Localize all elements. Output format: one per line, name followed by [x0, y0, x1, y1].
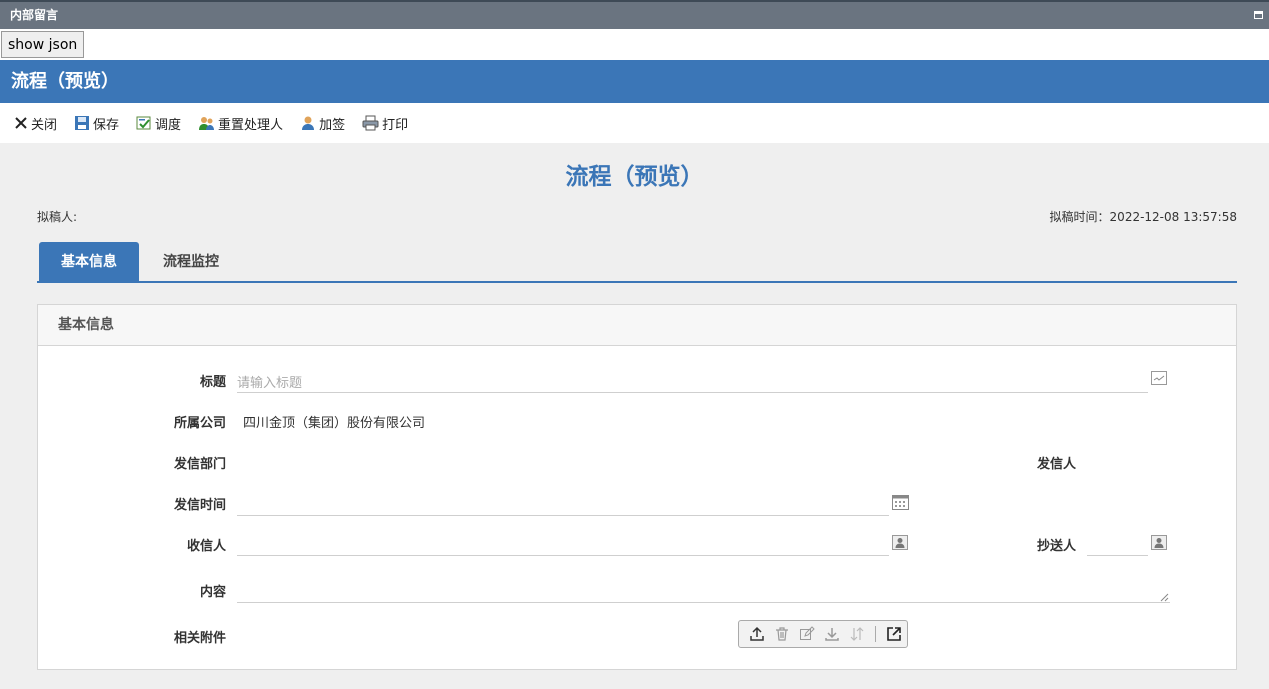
attachment-toolbar	[738, 620, 908, 648]
tab-bar: 基本信息 流程监控	[37, 242, 1237, 283]
page-header-title: 流程（预览）	[11, 71, 119, 92]
cc-input[interactable]	[1087, 529, 1148, 556]
content-label: 内容	[199, 585, 226, 600]
company-label: 所属公司	[173, 416, 226, 431]
sender-label: 发信人	[1036, 457, 1076, 472]
recipient-input[interactable]	[237, 529, 889, 556]
calendar-icon[interactable]	[892, 494, 909, 510]
toolbar-separator	[875, 626, 876, 642]
user-picker-icon[interactable]	[892, 535, 908, 550]
main-content: 流程（预览） 拟稿人: 拟稿时间：2022-12-08 13:57:58 基本信…	[0, 143, 1269, 689]
add-user-icon	[302, 116, 315, 130]
tab-process-monitor[interactable]: 流程监控	[141, 242, 241, 282]
printer-icon	[362, 115, 379, 131]
show-json-button[interactable]: show json	[1, 31, 85, 58]
window-title: 内部留言	[10, 8, 59, 22]
resize-handle-icon[interactable]	[1160, 593, 1169, 602]
add-sign-label: 加签	[319, 117, 346, 133]
page-header: 流程（预览）	[0, 60, 1269, 103]
sort-icon[interactable]	[844, 626, 869, 642]
close-button[interactable]: 关闭	[14, 114, 57, 133]
panel-title: 基本信息	[38, 305, 1236, 346]
content-textarea[interactable]	[237, 573, 1170, 603]
add-sign-button[interactable]: 加签	[300, 114, 345, 133]
print-button[interactable]: 打印	[362, 114, 408, 133]
drafter-label: 拟稿人:	[37, 210, 78, 224]
document-title: 流程（预览）	[565, 164, 704, 190]
title-placeholder: 请输入标题	[237, 376, 303, 391]
reset-handler-button[interactable]: 重置处理人	[198, 114, 283, 133]
users-icon	[199, 117, 215, 130]
send-time-label: 发信时间	[173, 498, 226, 513]
upload-icon[interactable]	[744, 626, 769, 642]
open-external-icon[interactable]	[882, 626, 907, 642]
window-titlebar: 内部留言	[0, 0, 1269, 29]
edit-icon[interactable]	[794, 626, 819, 642]
save-label: 保存	[93, 117, 120, 133]
title-label: 标题	[199, 375, 226, 390]
tab-basic-info[interactable]: 基本信息	[39, 242, 139, 282]
cc-label: 抄送人	[1036, 539, 1076, 554]
recipient-label: 收信人	[186, 539, 226, 554]
company-value: 四川金顶（集团）股份有限公司	[243, 416, 426, 431]
delete-icon[interactable]	[769, 626, 794, 642]
maximize-icon[interactable]	[1254, 11, 1263, 19]
download-icon[interactable]	[819, 626, 844, 642]
draft-time: 拟稿时间：2022-12-08 13:57:58	[1049, 210, 1237, 224]
title-input[interactable]	[237, 366, 1148, 393]
close-label: 关闭	[31, 117, 58, 133]
dispatch-label: 调度	[155, 117, 182, 133]
toolbar: 关闭 保存 调度 重置处理人 加签 打印	[0, 103, 1269, 143]
cc-user-picker-icon[interactable]	[1151, 535, 1167, 550]
print-label: 打印	[382, 117, 409, 133]
attachment-label: 相关附件	[173, 631, 226, 646]
dept-label: 发信部门	[173, 457, 226, 472]
dispatch-button[interactable]: 调度	[136, 114, 181, 133]
save-icon	[75, 116, 90, 130]
send-time-input[interactable]	[237, 489, 889, 516]
edit-text-icon[interactable]	[1151, 371, 1167, 385]
reset-handler-label: 重置处理人	[218, 117, 284, 133]
dispatch-icon	[136, 116, 151, 130]
save-button[interactable]: 保存	[74, 114, 119, 133]
close-icon	[15, 117, 27, 129]
basic-info-panel: 基本信息 标题 请输入标题 所属公司 四川金顶（集团）股份有限公司 发信部门 发…	[37, 304, 1237, 670]
